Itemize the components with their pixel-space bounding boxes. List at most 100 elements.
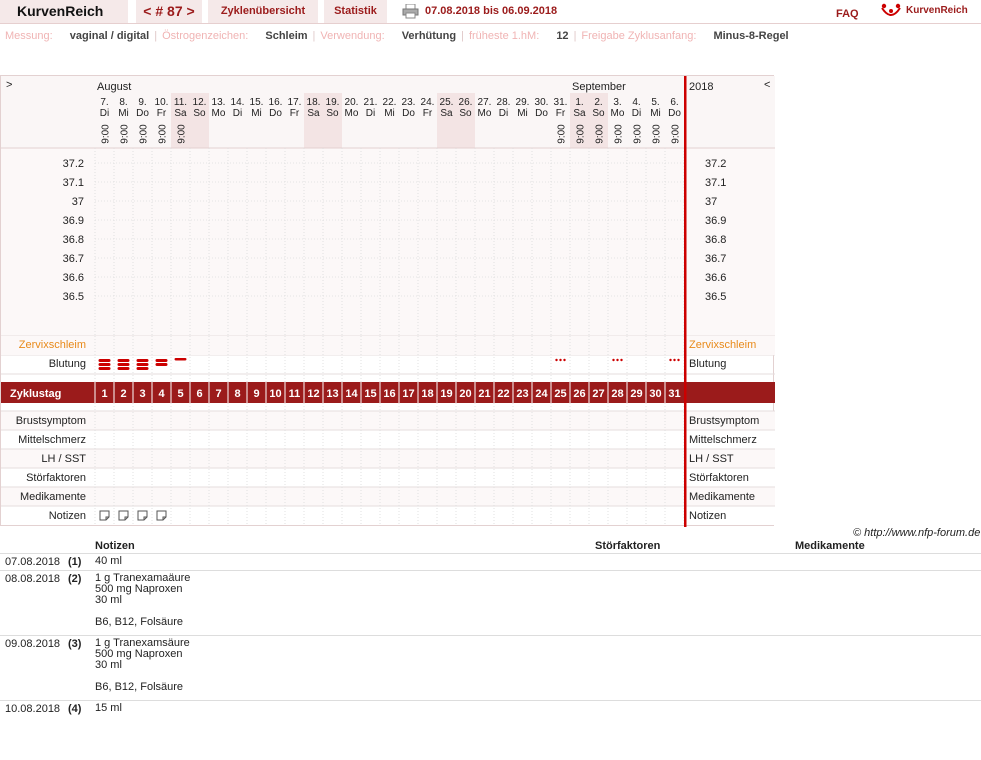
bleeding-heavy-mark	[117, 367, 130, 370]
printer-icon[interactable]	[402, 4, 419, 19]
symptom-label-right: LH / SST	[689, 453, 734, 465]
setting-label: Messung:	[5, 30, 56, 42]
cycle-nav-button[interactable]: < # 87 >	[136, 0, 202, 23]
cycle-day-number: 23	[516, 388, 528, 400]
note-line: 30 ml	[95, 659, 122, 671]
faq-link[interactable]: FAQ	[836, 3, 859, 26]
cycle-day-number: 15	[364, 388, 376, 400]
nav-prev-arrow: >	[6, 79, 12, 91]
bleeding-label: Blutung	[49, 358, 86, 370]
day-weekday: Di	[499, 108, 508, 119]
day-weekday: Fr	[556, 108, 566, 119]
temp-label-right: 36.9	[705, 215, 726, 227]
app-brand[interactable]: KurvenReich	[0, 0, 128, 23]
note-date: 09.08.2018	[5, 638, 61, 650]
settings-separator: |	[312, 30, 316, 42]
day-date: 23.	[402, 97, 416, 108]
temp-label-left: 36.9	[63, 215, 84, 227]
measure-time: 9:00	[614, 124, 625, 144]
settings-separator: |	[154, 30, 158, 42]
symptom-label-right: Störfaktoren	[689, 472, 749, 484]
cycle-day-number: 19	[440, 388, 452, 400]
spotting-mark	[620, 358, 623, 362]
day-date: 26.	[459, 97, 473, 108]
day-weekday: Di	[100, 108, 109, 119]
spotting-mark	[669, 358, 672, 362]
day-weekday: Mi	[251, 108, 262, 119]
day-date: 12.	[193, 97, 207, 108]
day-weekday: Mi	[118, 108, 129, 119]
note-date: 07.08.2018	[5, 556, 61, 568]
day-date: 15.	[250, 97, 264, 108]
day-weekday: Do	[136, 108, 149, 119]
day-weekday: Fr	[157, 108, 167, 119]
tab-cycle-overview[interactable]: Zyklenübersicht	[208, 0, 318, 23]
note-number: (2)	[68, 573, 82, 585]
settings-separator: |	[573, 30, 577, 42]
temp-label-left: 37.1	[63, 177, 84, 189]
period-range: 07.08.2018 bis 06.09.2018	[425, 5, 558, 17]
measure-time: 9:00	[120, 124, 131, 144]
tab-statistics[interactable]: Statistik	[324, 0, 387, 23]
cycle-day-number: 11	[289, 388, 301, 400]
note-icon[interactable]	[156, 510, 167, 521]
day-weekday: Di	[366, 108, 375, 119]
notes-row: 07.08.2018 (1) 40 ml	[0, 553, 981, 570]
note-date: 08.08.2018	[5, 573, 61, 585]
day-weekday: So	[592, 108, 605, 119]
measure-time: 9:00	[652, 124, 663, 144]
cycle-day-number: 8	[234, 388, 240, 400]
symptom-label: Mittelschmerz	[18, 434, 86, 446]
setting-value: Verhütung	[401, 30, 457, 42]
day-date: 14.	[231, 97, 245, 108]
day-date: 6.	[670, 97, 678, 108]
setting-value: Minus-8-Regel	[713, 30, 789, 42]
notes-header: Notizen	[95, 540, 135, 552]
day-date: 3.	[613, 97, 621, 108]
year-label: 2018	[689, 81, 713, 93]
cycle-day-number: 6	[196, 388, 202, 400]
note-icon[interactable]	[137, 510, 148, 521]
cycle-day-number: 18	[421, 388, 433, 400]
day-weekday: Do	[402, 108, 415, 119]
day-date: 18.	[307, 97, 321, 108]
nav-next-arrow: <	[764, 79, 770, 91]
setting-label: Verwendung:	[320, 30, 388, 42]
day-date: 21.	[364, 97, 378, 108]
day-date: 1.	[575, 97, 583, 108]
setting-label: Östrogenzeichen:	[162, 30, 252, 42]
temp-label-right: 36.7	[705, 253, 726, 265]
month-label: August	[97, 81, 131, 93]
measure-time: 9:00	[633, 124, 644, 144]
day-weekday: Fr	[290, 108, 300, 119]
measure-time: 9:00	[576, 124, 587, 144]
cycle-chart-canvas: > <August September 20187.Di9:008.Mi9:009.D…	[1, 76, 775, 527]
day-weekday: So	[459, 108, 472, 119]
note-text: 1 g Tranexamsäure 500 mg Naproxen 30 ml B6…	[95, 638, 190, 693]
temp-area-bg	[1, 148, 775, 336]
notes-row: 09.08.2018 (3) 1 g Tranexamsäure 500 mg Nap…	[0, 635, 981, 696]
day-weekday: Do	[668, 108, 681, 119]
day-weekday: Mo	[478, 108, 492, 119]
day-date: 13.	[212, 97, 226, 108]
cycle-day-number: 7	[215, 388, 221, 400]
measure-time: 9:00	[671, 124, 682, 144]
spotting-mark	[612, 358, 615, 362]
day-date: 7.	[100, 97, 108, 108]
crown-logo-icon[interactable]	[880, 2, 902, 20]
note-icon[interactable]	[99, 510, 110, 521]
symptom-label: LH / SST	[41, 453, 86, 465]
cycle-day-number: 26	[573, 388, 585, 400]
cycle-day-number: 13	[326, 388, 338, 400]
cycle-day-number: 30	[649, 388, 661, 400]
day-weekday: So	[193, 108, 206, 119]
notes-row: 08.08.2018 (2) 1 g Tranexamaäure 500 mg Nap…	[0, 570, 981, 631]
note-icon[interactable]	[118, 510, 129, 521]
temp-label-left: 36.7	[63, 253, 84, 265]
symptom-row-bg	[1, 506, 775, 525]
settings-separator: |	[461, 30, 464, 42]
temp-label-right: 36.6	[705, 272, 726, 284]
setting-value: vaginal / digital	[69, 30, 150, 42]
day-date: 4.	[632, 97, 640, 108]
day-weekday: Mo	[345, 108, 359, 119]
